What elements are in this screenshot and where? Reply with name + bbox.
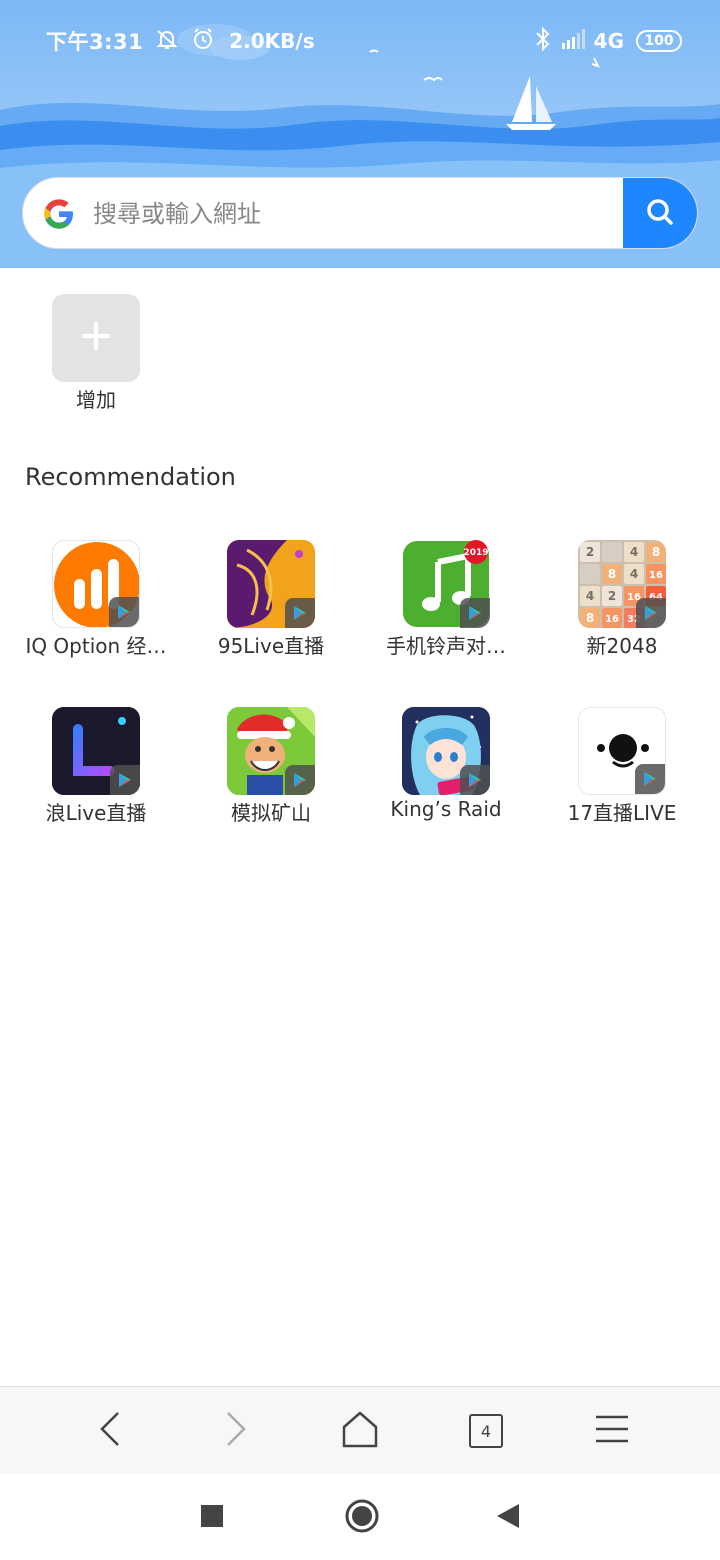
tile-2048-value: 8 xyxy=(586,611,594,625)
google-play-icon xyxy=(109,597,139,627)
google-play-icon xyxy=(110,765,140,795)
circle-icon xyxy=(345,1499,379,1537)
google-play-icon xyxy=(285,765,315,795)
tile-2048 xyxy=(580,564,600,584)
recommendation-title: Recommendation xyxy=(25,463,236,491)
year-badge: 2019 xyxy=(463,548,488,558)
app-17live[interactable]: 17直播LIVE xyxy=(534,707,710,826)
square-icon xyxy=(201,1505,223,1531)
tile-2048-value: 8 xyxy=(608,567,616,581)
home-icon xyxy=(340,1409,380,1453)
tab-count: 4 xyxy=(469,1414,503,1448)
mine-sim-icon xyxy=(227,707,315,795)
tile-2048-value: 8 xyxy=(652,545,660,559)
tile-2048 xyxy=(602,542,622,562)
home-button[interactable] xyxy=(336,1407,384,1455)
app-label: 新2048 xyxy=(586,634,658,658)
app-ringtone[interactable]: 2019 手机铃声对… xyxy=(358,540,534,659)
menu-icon xyxy=(594,1414,630,1448)
app-mine-sim[interactable]: 模拟矿山 xyxy=(183,707,359,826)
chevron-right-icon xyxy=(222,1409,250,1453)
google-play-icon xyxy=(460,765,490,795)
ringtone-icon: 2019 xyxy=(402,540,490,628)
app-label: 17直播LIVE xyxy=(567,801,677,825)
search-icon xyxy=(645,197,675,231)
network-type: 4G xyxy=(593,29,624,53)
tabs-button[interactable]: 4 xyxy=(462,1407,510,1455)
tile-2048-value: 4 xyxy=(630,567,638,581)
browser-toolbar: 4 xyxy=(0,1386,720,1474)
system-back-button[interactable] xyxy=(488,1498,528,1538)
game-2048-icon: 248841642166481632 xyxy=(578,540,666,628)
17live-icon xyxy=(578,707,666,795)
tile-2048-value: 4 xyxy=(586,589,594,603)
status-bar: 下午3:31 2.0KB/s 4G 100 xyxy=(0,0,720,80)
search-input[interactable]: 搜尋或輸入網址 xyxy=(93,178,261,248)
iq-option-icon xyxy=(52,540,140,628)
lang-live-icon xyxy=(52,707,140,795)
app-label: 模拟矿山 xyxy=(231,801,311,825)
95live-icon xyxy=(227,540,315,628)
app-label: King’s Raid xyxy=(390,797,502,821)
app-95live[interactable]: 95Live直播 xyxy=(183,540,359,659)
notifications-off-icon xyxy=(155,27,179,55)
google-play-icon xyxy=(460,598,490,628)
plus-icon xyxy=(80,320,112,356)
alarm-icon xyxy=(191,27,215,55)
signal-icon xyxy=(561,29,588,53)
chevron-left-icon xyxy=(96,1409,124,1453)
system-home-button[interactable] xyxy=(342,1498,382,1538)
google-play-icon xyxy=(285,598,315,628)
google-play-icon xyxy=(636,598,666,628)
search-button[interactable] xyxy=(623,178,697,248)
forward-button[interactable] xyxy=(212,1407,260,1455)
tile-2048-value: 16 xyxy=(649,570,663,581)
tile-2048-value: 2 xyxy=(586,545,594,559)
system-navigation-bar xyxy=(0,1474,720,1560)
back-button[interactable] xyxy=(86,1407,134,1455)
search-bar[interactable]: 搜尋或輸入網址 xyxy=(22,177,698,249)
tile-2048-value: 16 xyxy=(605,614,619,625)
bluetooth-icon xyxy=(534,26,552,56)
app-kings-raid[interactable]: King’s Raid xyxy=(358,707,534,821)
add-shortcut-label: 增加 xyxy=(76,388,116,412)
app-label: 浪Live直播 xyxy=(45,801,147,825)
app-lang-live[interactable]: 浪Live直播 xyxy=(8,707,184,826)
tile-2048-value: 2 xyxy=(608,589,616,603)
google-icon xyxy=(43,198,75,230)
kings-raid-icon xyxy=(402,707,490,795)
status-time: 下午3:31 xyxy=(46,30,144,54)
tile-2048-value: 4 xyxy=(630,545,638,559)
network-speed: 2.0KB/s xyxy=(229,29,315,53)
app-iq-option[interactable]: IQ Option 经… xyxy=(8,540,184,659)
google-play-icon xyxy=(635,764,665,794)
app-label: IQ Option 经… xyxy=(25,634,167,658)
recent-apps-button[interactable] xyxy=(192,1498,232,1538)
app-label: 95Live直播 xyxy=(217,634,325,658)
header-banner: 下午3:31 2.0KB/s 4G 100 搜尋或輸入網址 xyxy=(0,0,720,268)
app-label: 手机铃声对… xyxy=(386,634,506,658)
app-2048[interactable]: 248841642166481632 新2048 xyxy=(534,540,710,659)
menu-button[interactable] xyxy=(588,1407,636,1455)
add-shortcut-button[interactable] xyxy=(52,294,140,382)
triangle-back-icon xyxy=(495,1502,521,1534)
battery-indicator: 100 xyxy=(636,30,682,52)
